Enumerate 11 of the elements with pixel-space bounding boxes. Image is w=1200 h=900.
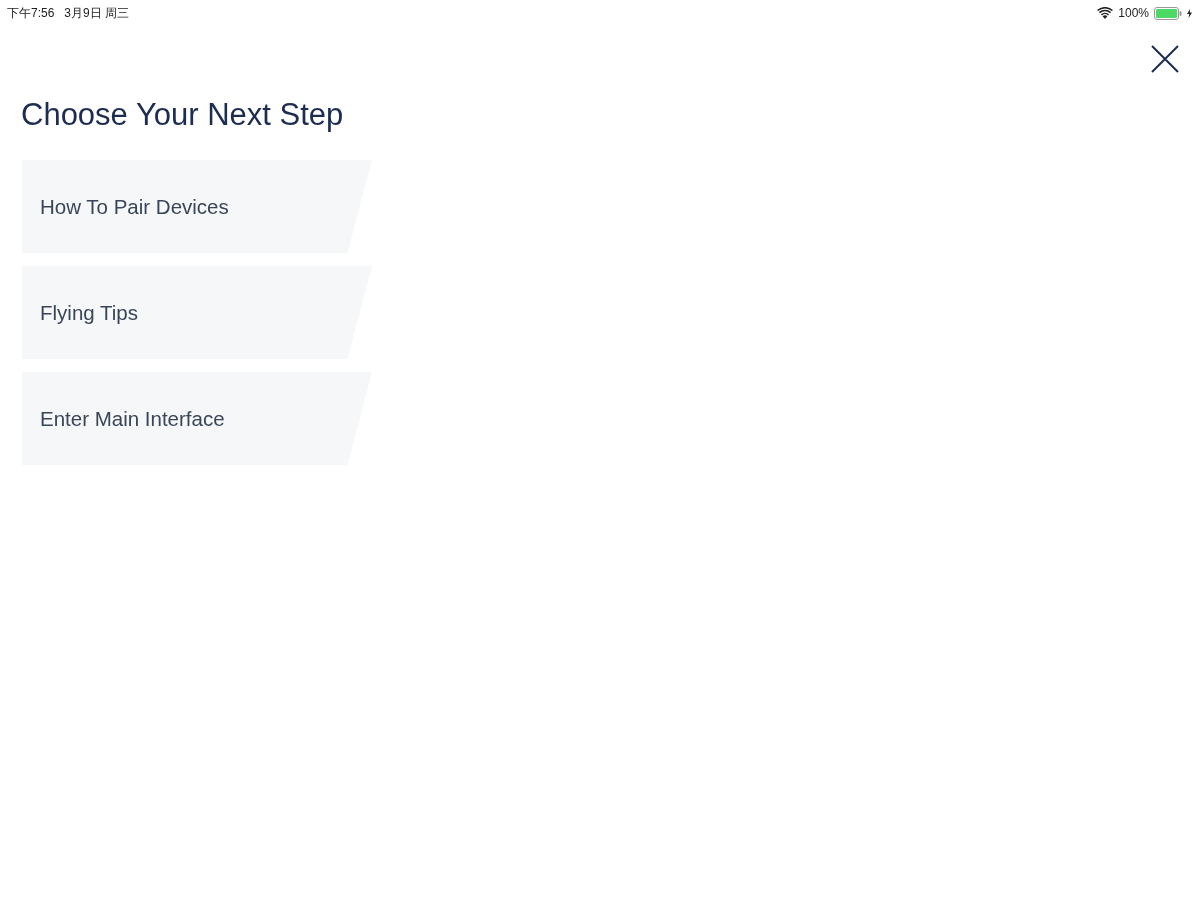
page-title: Choose Your Next Step xyxy=(21,96,344,134)
option-card[interactable]: How To Pair Devices xyxy=(22,160,372,253)
close-icon xyxy=(1151,45,1179,73)
battery-icon xyxy=(1154,6,1182,20)
option-card[interactable]: Flying Tips xyxy=(22,266,372,359)
status-date: 3月9日 周三 xyxy=(64,5,130,21)
charging-bolt-icon xyxy=(1187,8,1192,18)
status-time: 下午7:56 xyxy=(7,5,55,21)
wifi-icon xyxy=(1097,7,1114,19)
battery-percent: 100% xyxy=(1118,5,1149,21)
option-card[interactable]: Enter Main Interface xyxy=(22,372,372,465)
